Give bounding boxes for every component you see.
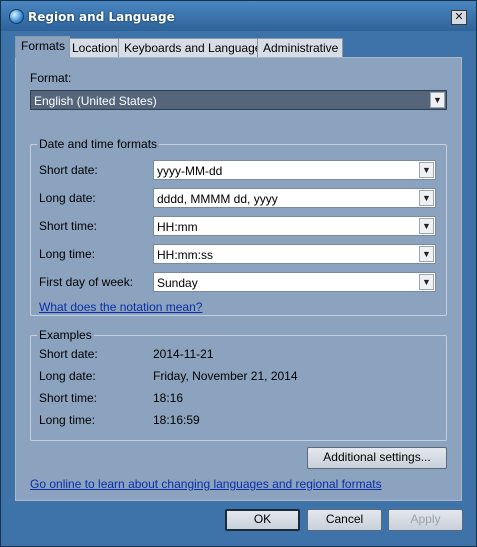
example-long-date-value: Friday, November 21, 2014 [153, 369, 298, 383]
formats-panel: Format: English (United States) ▼ Date a… [15, 57, 462, 501]
first-day-value: Sunday [157, 276, 198, 290]
notation-help-link[interactable]: What does the notation mean? [39, 300, 202, 314]
title-bar[interactable]: Region and Language ✕ [1, 1, 476, 31]
examples-title: Examples [37, 328, 94, 342]
close-button[interactable]: ✕ [451, 10, 467, 25]
short-time-value: HH:mm [157, 220, 198, 234]
long-time-value: HH:mm:ss [157, 248, 213, 262]
tab-formats[interactable]: Formats [15, 36, 71, 58]
tab-keyboards-and-languages[interactable]: Keyboards and Languages [118, 38, 273, 57]
region-language-dialog: Region and Language ✕ Formats Location K… [0, 0, 477, 547]
examples-group: Examples Short date: 2014-11-21 Long dat… [30, 328, 447, 441]
short-date-label: Short date: [39, 163, 98, 177]
example-long-time-label: Long time: [39, 413, 96, 427]
long-date-value: dddd, MMMM dd, yyyy [157, 192, 278, 206]
example-short-time-label: Short time: [39, 391, 98, 405]
format-label: Format: [30, 71, 72, 85]
long-date-label: Long date: [39, 191, 96, 205]
online-help-link[interactable]: Go online to learn about changing langua… [30, 477, 382, 491]
short-time-dropdown[interactable]: HH:mm ▼ [153, 216, 436, 236]
long-time-label: Long time: [39, 247, 96, 261]
ok-button[interactable]: OK [225, 509, 300, 531]
chevron-down-icon[interactable]: ▼ [419, 218, 434, 234]
chevron-down-icon[interactable]: ▼ [419, 190, 434, 206]
close-icon: ✕ [454, 10, 464, 23]
example-short-date-label: Short date: [39, 347, 98, 361]
globe-icon [9, 9, 24, 24]
first-day-dropdown[interactable]: Sunday ▼ [153, 272, 436, 292]
tab-administrative[interactable]: Administrative [257, 38, 344, 57]
chevron-down-icon[interactable]: ▼ [419, 274, 434, 290]
chevron-down-icon[interactable]: ▼ [430, 92, 445, 108]
example-short-time-value: 18:16 [153, 391, 184, 405]
tab-location[interactable]: Location [66, 38, 123, 57]
format-dropdown[interactable]: English (United States) ▼ [30, 90, 447, 110]
cancel-button[interactable]: Cancel [307, 509, 382, 531]
additional-settings-button[interactable]: Additional settings... [307, 447, 447, 469]
format-value: English (United States) [34, 94, 157, 108]
short-date-dropdown[interactable]: yyyy-MM-dd ▼ [153, 160, 436, 180]
date-time-formats-group: Date and time formats Short date: yyyy-M… [30, 137, 447, 316]
date-time-formats-title: Date and time formats [37, 137, 160, 151]
chevron-down-icon[interactable]: ▼ [419, 246, 434, 262]
first-day-label: First day of week: [39, 275, 134, 289]
example-long-date-label: Long date: [39, 369, 96, 383]
example-long-time-value: 18:16:59 [153, 413, 200, 427]
short-time-label: Short time: [39, 219, 98, 233]
short-date-value: yyyy-MM-dd [157, 164, 223, 178]
long-time-dropdown[interactable]: HH:mm:ss ▼ [153, 244, 436, 264]
example-short-date-value: 2014-11-21 [153, 347, 214, 361]
apply-button[interactable]: Apply [388, 509, 463, 531]
chevron-down-icon[interactable]: ▼ [419, 162, 434, 178]
window-title: Region and Language [28, 10, 175, 24]
long-date-dropdown[interactable]: dddd, MMMM dd, yyyy ▼ [153, 188, 436, 208]
